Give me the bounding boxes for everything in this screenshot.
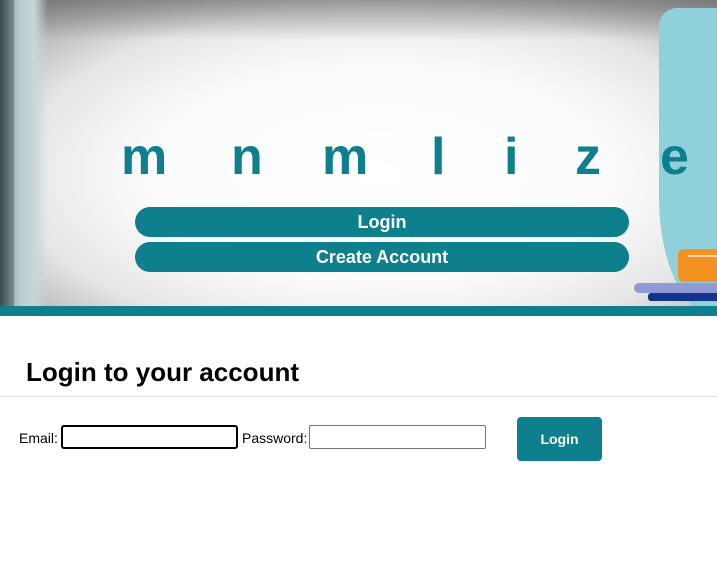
hero-login-button[interactable]: Login: [135, 207, 629, 237]
brand-letter: e: [660, 128, 689, 186]
password-field[interactable]: [309, 425, 486, 449]
brand-letter: z: [575, 128, 601, 186]
brand-logo: m n m l i z e: [0, 124, 717, 194]
password-label: Password:: [242, 430, 308, 446]
book-illustration-lavender: [634, 283, 717, 293]
book-illustration-navy: [648, 293, 717, 301]
hero-top-shade: [0, 0, 717, 40]
book-illustration-orange: [678, 249, 717, 282]
page-title: Login to your account: [26, 357, 299, 387]
hero-banner: m n m l i z e Login Create Account: [0, 0, 717, 306]
brand-letter: i: [504, 128, 519, 186]
brand-letter: l: [431, 128, 446, 186]
brand-letter: n: [231, 128, 263, 186]
email-field[interactable]: [61, 425, 238, 449]
email-label: Email:: [19, 430, 58, 446]
create-account-button[interactable]: Create Account: [135, 242, 629, 272]
brand-letter: m: [121, 128, 168, 186]
brand-letter: m: [322, 128, 369, 186]
login-submit-button[interactable]: Login: [517, 417, 602, 461]
section-divider: [0, 396, 717, 397]
book-illustration-line: [688, 255, 717, 257]
hero-divider-bar: [0, 306, 717, 316]
